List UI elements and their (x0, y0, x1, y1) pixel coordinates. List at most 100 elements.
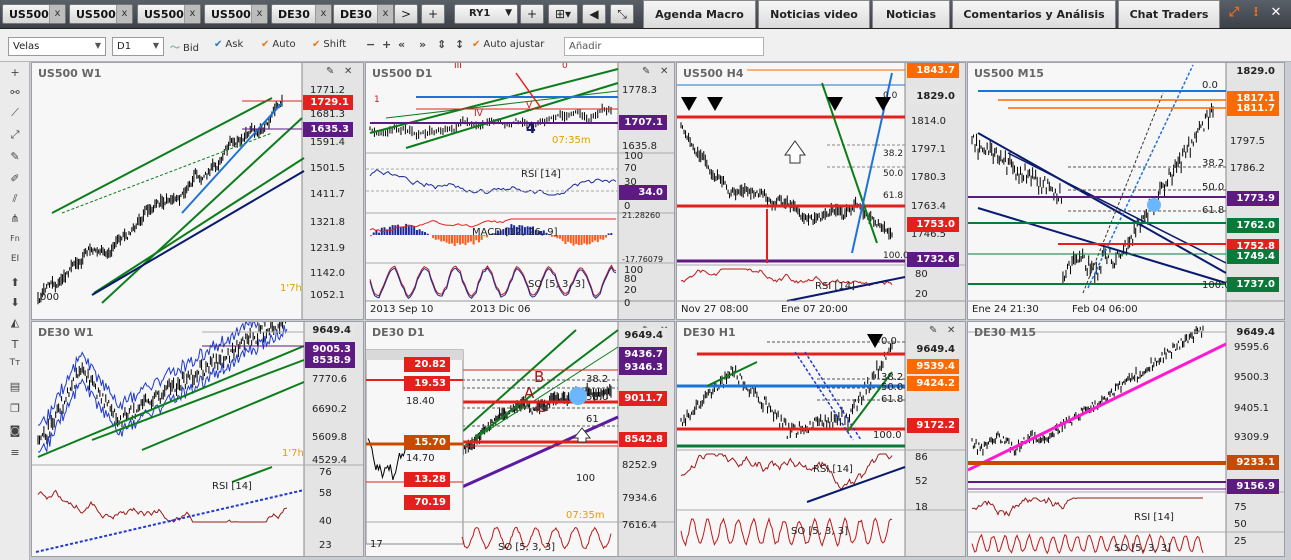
symbol-tab-us500-2[interactable]: US500 x (69, 4, 133, 24)
trend-line-icon[interactable]: ⟋ (6, 106, 24, 122)
symbol-tab-de30-1[interactable]: DE30 x (271, 4, 332, 24)
next-tabs-button[interactable]: > (394, 4, 418, 24)
ask-toggle[interactable]: ✔ Ask (214, 39, 243, 50)
back-button[interactable]: ◀ (582, 4, 606, 24)
nav-tab-noticias-video[interactable]: Noticias video (758, 0, 870, 28)
price-tag: 1737.0 (1227, 277, 1279, 292)
close-icon[interactable]: x (315, 5, 331, 23)
pencil-icon[interactable]: ✎ (6, 150, 24, 166)
settings-icon[interactable]: ✎ (326, 66, 334, 77)
macd-bar (602, 235, 605, 240)
close-icon[interactable]: x (377, 5, 393, 23)
close-icon[interactable]: ✕ (344, 66, 352, 77)
grid-layout-button[interactable]: ⊞▾ (548, 4, 578, 24)
close-icon[interactable]: x (184, 5, 200, 23)
chart-panel-us500-d1[interactable]: US500 D1 ✎ ✕ 4 III 1 IV V 0 1778.3 1635.8 1707.1 07:… (365, 62, 675, 320)
chart-panel-de30-m15[interactable]: DE30 M15✎✕9595.69500.39405.19309.9755025… (967, 321, 1285, 557)
chart-panel-de30-w1[interactable]: DE30 W1✎✕7770.66690.25609.84529.49649.49… (31, 321, 364, 557)
text-size-icon[interactable]: Tт (6, 358, 24, 374)
scroll-right-icon[interactable]: » (419, 38, 426, 51)
arrow-up-icon[interactable]: ⬆ (6, 276, 24, 292)
add-indicator-input[interactable]: Añadir (564, 37, 764, 56)
macd-bar (410, 224, 413, 235)
bid-toggle[interactable]: 〜 Bid (170, 39, 199, 54)
zoom-in-icon[interactable]: + (382, 38, 391, 51)
price-tag: 1749.4 (1227, 249, 1279, 264)
macd-bar (437, 235, 440, 240)
settings-icon[interactable]: ✎ (642, 66, 650, 77)
price-axis-area (905, 322, 965, 556)
nav-tab-agenda-macro[interactable]: Agenda Macro (643, 0, 756, 28)
fib-label: 100 (576, 473, 596, 484)
plot-area (968, 322, 1226, 556)
chart-panel-de30-d1[interactable]: DE30 D1✎✕ABC18.4014.708252.97934.67616.4… (365, 321, 675, 557)
chart-title: US500 D1 (372, 67, 433, 80)
nav-tab-noticias[interactable]: Noticias (872, 0, 950, 28)
macd-bar (434, 235, 437, 240)
macd-bar (375, 230, 378, 235)
macd-bar (448, 235, 451, 244)
settings-icon[interactable]: ✎ (929, 325, 937, 336)
nav-tab-comentarios[interactable]: Comentarios y Análisis (952, 0, 1116, 28)
zoom-out-icon[interactable]: − (366, 38, 375, 51)
expand-vertical-icon[interactable]: ⇕ (437, 38, 446, 51)
shift-toggle[interactable]: ✔ Shift (312, 39, 346, 50)
expand-icon[interactable]: ⤢ (1224, 2, 1244, 24)
text-icon[interactable]: T (6, 338, 24, 354)
add-tab-button[interactable]: + (421, 4, 445, 24)
macd-axis-label: -17.76079 (622, 255, 664, 264)
timeframe-select[interactable]: D1 ▼ (112, 37, 164, 56)
link-icon[interactable]: ⚯ (6, 86, 24, 102)
nav-tab-chat-traders[interactable]: Chat Traders (1118, 0, 1220, 28)
channel-icon[interactable]: ⫽ (6, 192, 24, 208)
close-icon[interactable]: x (251, 5, 267, 23)
price-tag: 19.53 (404, 376, 450, 391)
add-layout-button[interactable]: + (520, 4, 544, 24)
list-icon[interactable]: ≡ (6, 446, 24, 462)
close-icon[interactable]: ✕ (660, 66, 668, 77)
crosshair-icon[interactable]: + (6, 66, 24, 82)
pin-icon[interactable]: ⁝ (1246, 2, 1266, 24)
macd-bar (432, 235, 435, 239)
chart-panel-us500-h4[interactable]: US500 H4✎✕0.038.250.061.8100.01814.01797… (676, 62, 966, 320)
price-axis-label: 14.70 (406, 453, 435, 464)
close-icon[interactable]: ✕ (947, 325, 955, 336)
so-label: SO [5, 3, 3] (528, 279, 586, 290)
symbol-tab-us500-4[interactable]: US500 x (204, 4, 268, 24)
auto-adjust-toggle[interactable]: ✔ Auto ajustar (472, 39, 544, 50)
auto-toggle[interactable]: ✔ Auto (261, 39, 296, 50)
price-axis-label: 1778.3 (622, 85, 657, 96)
layout-select[interactable]: RY1 ▼ (454, 4, 518, 24)
copy-icon[interactable]: ❐ (6, 402, 24, 418)
close-icon[interactable]: x (49, 5, 65, 23)
arrow-down-icon[interactable]: ⬇ (6, 296, 24, 312)
price-axis-label: 1052.1 (310, 290, 345, 301)
layers-icon[interactable]: ▤ (6, 380, 24, 396)
shapes-icon[interactable]: ◭ (6, 316, 24, 332)
elliott-icon[interactable]: EI (6, 254, 24, 270)
chart-title: DE30 M15 (974, 326, 1037, 339)
scroll-left-icon[interactable]: « (398, 38, 405, 51)
ray-icon[interactable]: ⤢ (6, 128, 24, 144)
chart-panel-us500-m15[interactable]: US500 M15✎✕0.038.250.061.8100.01797.5178… (967, 62, 1285, 320)
chart-panel-us500-w1[interactable]: US500 W1 ✎ ✕ 1771.2 1681.3 1591.4 1501.5 1411.7… (31, 62, 364, 320)
pitchfork-icon[interactable]: ⋔ (6, 212, 24, 228)
chart-type-select[interactable]: Velas ▼ (8, 37, 106, 56)
price-tag: 9649.4 (1227, 325, 1279, 340)
symbol-tab-us500-3[interactable]: US500 x (137, 4, 201, 24)
shrink-button[interactable]: ⤡ (610, 4, 634, 24)
close-icon[interactable]: x (116, 5, 132, 23)
fib-label: 61.8 (883, 191, 904, 201)
fibonacci-icon[interactable]: Fn (6, 234, 24, 250)
rsi-label: RSI [14] (1134, 512, 1174, 523)
brush-icon[interactable]: ✐ (6, 172, 24, 188)
price-tag: 70.19 (404, 495, 450, 510)
symbol-tab-us500-1[interactable]: US500 x (2, 4, 66, 24)
chart-panel-de30-h1[interactable]: DE30 H1 ✎ ✕ 0.0 38.2 50.0 61.8 100.0 9649.4 9539.… (676, 321, 966, 557)
price-axis-label: 1231.9 (310, 243, 345, 254)
symbol-tab-de30-2[interactable]: DE30 x (333, 4, 394, 24)
compress-vertical-icon[interactable]: ↕ (455, 38, 464, 51)
so-axis-label: 80 (624, 274, 637, 285)
close-window-icon[interactable]: ✕ (1266, 2, 1286, 24)
camera-icon[interactable]: ◙ (6, 424, 24, 440)
